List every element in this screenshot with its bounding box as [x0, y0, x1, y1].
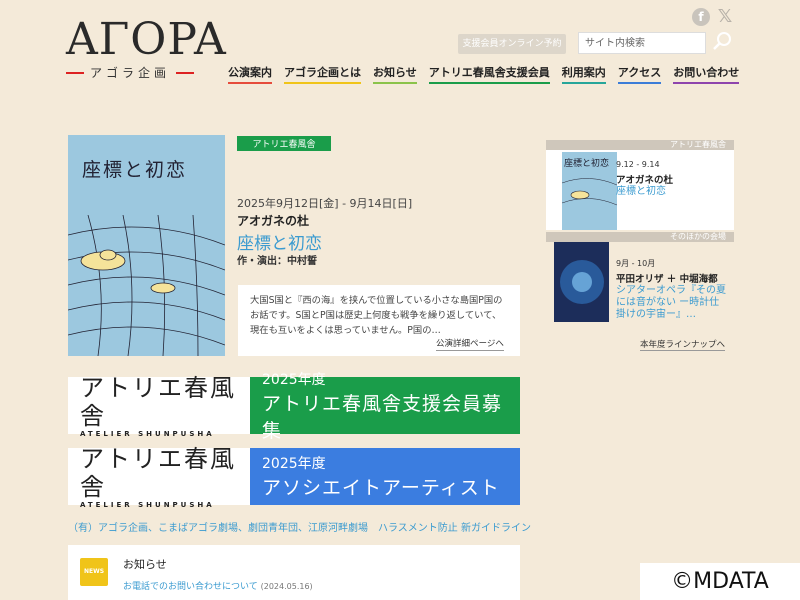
sidebar-card-other[interactable]: そのほかの会場 9月 - 10月 平田オリザ ＋ 中堀海都 シアターオペラ『その… [546, 232, 734, 322]
sidebar-date-1: 9.12 - 9.14 [616, 160, 660, 169]
sidebar-poster-2-art [560, 260, 604, 304]
sidebar-date-2: 9月 - 10月 [616, 259, 656, 268]
banner-text-area: 2025年度 アソシエイトアーティスト [250, 448, 520, 505]
banner-logo-sub: ATELIER SHUNPUSHA [80, 429, 215, 438]
nav-item-1[interactable]: アゴラ企画とは [284, 64, 361, 84]
sidebar-label-atelier: アトリエ春風舎 [546, 140, 734, 150]
featured-date: 2025年9月12日[金] - 9月14日[日] [237, 197, 413, 210]
poster-map-illustration [68, 215, 225, 356]
banner-text: アトリエ春風舎支援会員募集 [262, 392, 503, 442]
lineup-link[interactable]: 本年度ラインナップへ [640, 338, 726, 351]
x-icon[interactable]: 𝕏 [716, 8, 734, 26]
search-icon[interactable] [712, 30, 734, 52]
logo-sub-text: アゴラ企画 [90, 66, 171, 80]
sidebar-poster-2[interactable] [554, 242, 609, 322]
performance-details-link[interactable]: 公演詳細ページへ [436, 337, 504, 351]
banner-logo-area: アトリエ春風舎 ATELIER SHUNPUSHA [68, 373, 250, 438]
sidebar-company-1: アオガネの杜 [616, 175, 674, 186]
sidebar-poster-title: 座標と初恋 [564, 159, 610, 169]
sidebar-title-1[interactable]: 座標と初恋 [616, 186, 728, 198]
news-item[interactable]: お電話でのお問い合わせについて (2024.05.16) [123, 579, 313, 592]
sidebar-poster-1[interactable]: 座標と初恋 [562, 152, 617, 230]
reservation-button[interactable]: 支援会員オンライン予約 [458, 34, 566, 54]
related-links[interactable]: （有）アゴラ企画、こまばアゴラ劇場、劇団青年団、江原河畔劇場 ハラスメント防止 … [68, 519, 531, 534]
banner-logo-sub: ATELIER SHUNPUSHA [80, 500, 215, 509]
banner-logo: アトリエ春風舎 [80, 373, 236, 430]
search-input[interactable] [578, 32, 706, 54]
watermark: ©MDATA [640, 563, 800, 600]
poster-title: 座標と初恋 [82, 159, 188, 181]
logo-text: AΓOPA [66, 14, 227, 65]
banner-text-area: 2025年度 アトリエ春風舎支援会員募集 [250, 372, 520, 442]
news-section: NEWS お知らせ お電話でのお問い合わせについて (2024.05.16) [68, 545, 520, 600]
nav-item-2[interactable]: お知らせ [373, 64, 417, 84]
news-item-date: (2024.05.16) [260, 582, 313, 591]
nav-item-4[interactable]: 利用案内 [561, 64, 606, 84]
logo-bar-right [176, 71, 195, 74]
banner-logo: アトリエ春風舎 [80, 444, 236, 501]
banner-year: 2025年度 [262, 371, 326, 388]
banner-associate-artist[interactable]: アトリエ春風舎 ATELIER SHUNPUSHA 2025年度 アソシエイトア… [68, 444, 520, 509]
main-nav: 公演案内 アゴラ企画とは お知らせ アトリエ春風舎支援会員 利用案内 アクセス お問い合わせ [228, 64, 740, 84]
nav-item-5[interactable]: アクセス [617, 64, 662, 84]
sidebar-company-2: 平田オリザ ＋ 中堀海都 [616, 274, 718, 285]
nav-item-6[interactable]: お問い合わせ [673, 64, 740, 84]
news-icon: NEWS [80, 558, 108, 586]
news-title: お知らせ [123, 558, 167, 571]
banner-support-members[interactable]: アトリエ春風舎 ATELIER SHUNPUSHA 2025年度 アトリエ春風舎… [68, 372, 520, 442]
news-item-text: お電話でのお問い合わせについて [123, 582, 258, 592]
sidebar-poster-illustration [562, 178, 617, 206]
nav-item-0[interactable]: 公演案内 [228, 64, 272, 84]
nav-item-3[interactable]: アトリエ春風舎支援会員 [428, 64, 550, 84]
venue-tag: アトリエ春風舎 [237, 136, 331, 151]
social-links: f 𝕏 [692, 8, 734, 26]
sidebar-card-atelier[interactable]: アトリエ春風舎 座標と初恋 9.12 - 9.14 アオガネの杜 座標と初恋 [546, 140, 734, 230]
featured-company: アオガネの杜 [237, 214, 310, 228]
banner-text: アソシエイトアーティスト [262, 477, 500, 499]
banner-year: 2025年度 [262, 456, 326, 472]
site-logo[interactable]: AΓOPA アゴラ企画 [66, 14, 227, 81]
featured-title[interactable]: 座標と初恋 [237, 229, 322, 254]
logo-bar-left [66, 71, 84, 74]
featured-credit: 作・演出：中村誓 [237, 256, 317, 267]
sidebar-label-other: そのほかの会場 [546, 232, 734, 242]
facebook-icon[interactable]: f [692, 8, 710, 26]
logo-subtitle: アゴラ企画 [66, 64, 196, 81]
sidebar-title-2[interactable]: シアターオペラ『その夏には音がない ー時計仕掛けの宇宙ー』… [616, 285, 728, 321]
banner-logo-area: アトリエ春風舎 ATELIER SHUNPUSHA [68, 444, 250, 509]
featured-poster[interactable]: 座標と初恋 [68, 135, 225, 356]
